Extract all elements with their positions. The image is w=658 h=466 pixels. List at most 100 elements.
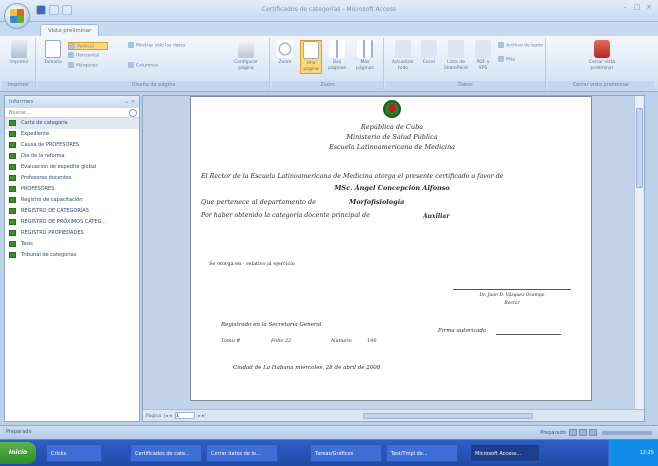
zoom-slider[interactable]: [602, 430, 652, 435]
nav-item[interactable]: REGISTRO PROPIEDADES: [5, 228, 139, 239]
report-icon: [9, 240, 16, 247]
close-preview-button[interactable]: Cerrar vista preliminar: [586, 40, 618, 72]
nav-item[interactable]: Profesores docentes: [5, 173, 139, 184]
report-icon: [9, 196, 16, 203]
view-icon[interactable]: [589, 429, 598, 436]
title-bar: Certificados de categorías - Microsoft A…: [0, 0, 658, 29]
sharepoint-icon: [448, 40, 464, 58]
system-tray: 12:25: [608, 440, 658, 466]
taskbar-item[interactable]: Cricks: [46, 444, 102, 462]
nav-header-buttons[interactable]: ⌄ «: [124, 96, 135, 108]
prev-page-icon[interactable]: ◂: [169, 414, 171, 419]
nav-item[interactable]: Tribunal de categorías: [5, 250, 139, 261]
refresh-all-button[interactable]: Actualizar todo: [390, 40, 416, 72]
nav-item[interactable]: PROFESORES: [5, 184, 139, 195]
first-page-icon[interactable]: |◂: [164, 414, 168, 419]
nav-item[interactable]: REGISTRO DE CATEGORÍAS: [5, 206, 139, 217]
search-icon[interactable]: [129, 109, 137, 117]
department-prefix: Que pertenece al departamento de: [201, 198, 317, 206]
columns-button[interactable]: Columnas: [128, 62, 158, 70]
two-pages-icon: [329, 40, 345, 58]
nav-item[interactable]: Expediente: [5, 129, 139, 140]
taskbar-item-active[interactable]: Microsoft Access...: [470, 444, 540, 462]
view-icon[interactable]: [579, 429, 588, 436]
sharepoint-list-button[interactable]: Lista de SharePoint: [442, 40, 470, 72]
start-button[interactable]: Inicio: [0, 442, 36, 464]
certificate-body: El Rector de la Escuela Latinoamericana …: [201, 173, 504, 180]
report-icon: [9, 163, 16, 170]
taskbar-item[interactable]: Test/Tmpl de...: [386, 444, 458, 462]
maximize-icon[interactable]: □: [632, 3, 642, 12]
size-button[interactable]: Tamaño: [42, 40, 64, 66]
school-line: Escuela Latinoamericana de Medicina: [328, 143, 456, 151]
status-bar: Preparado Preparado: [0, 425, 658, 439]
margins-button[interactable]: Márgenes: [68, 62, 98, 70]
more-pages-icon: [357, 40, 373, 58]
pdf-xps-button[interactable]: PDF o XPS: [472, 40, 494, 72]
text-file-icon: [498, 42, 504, 48]
recipient-name: MSc. Ángel Concepción Alfonso: [334, 184, 450, 192]
last-page-icon[interactable]: ▸|: [202, 414, 206, 419]
clock: 12:25: [639, 450, 654, 456]
nav-item[interactable]: Causa de PROFESORES: [5, 140, 139, 151]
status-text: Preparado: [6, 429, 32, 435]
signature-line: [453, 289, 571, 290]
resolution-line: Se otorga en · relativo al ejercicio: [209, 261, 295, 267]
tab-vista-preliminar[interactable]: Vista preliminar: [40, 24, 100, 36]
nav-search-input[interactable]: Buscar...: [5, 108, 139, 118]
country-line: República de Cuba: [360, 123, 424, 131]
excel-button[interactable]: Excel: [418, 40, 440, 66]
text-file-button[interactable]: Archivo de texto: [498, 42, 543, 50]
view-icon[interactable]: [569, 429, 578, 436]
place-date: Ciudad de La Habana miércoles, 28 de abr…: [233, 365, 381, 371]
two-pages-button[interactable]: Dos páginas: [326, 40, 348, 72]
minimize-icon[interactable]: –: [620, 3, 630, 12]
office-button[interactable]: [4, 3, 30, 29]
numero-value: 190: [367, 338, 377, 344]
close-preview-icon: [594, 40, 610, 58]
report-icon: [9, 251, 16, 258]
columns-icon: [128, 62, 134, 68]
taskbar-item[interactable]: Certificados de cate...: [130, 444, 202, 462]
horizontal-scroll-thumb[interactable]: [363, 413, 533, 419]
ribbon-tab-bar: Vista preliminar: [0, 22, 658, 36]
more-icon: [498, 56, 504, 62]
nav-item[interactable]: Registro de capacitación: [5, 195, 139, 206]
nav-item[interactable]: Carta de categoría: [5, 118, 139, 129]
landscape-button[interactable]: Horizontal: [68, 52, 99, 60]
portrait-icon: [69, 43, 75, 49]
more-export-button[interactable]: Más: [498, 56, 515, 64]
page-size-icon: [45, 40, 61, 58]
nav-item[interactable]: Día de la reforma: [5, 151, 139, 162]
taskbar-item[interactable]: Cerrar datos de le...: [206, 444, 278, 462]
registry-line: Registrado en la Secretaría General: [221, 322, 322, 328]
nav-item[interactable]: Evaluación de expedite global: [5, 162, 139, 173]
data-only-checkbox[interactable]: Mostrar sólo los datos: [128, 42, 185, 50]
magnifier-icon: [277, 40, 293, 58]
nav-item[interactable]: REGISTRO DE PRÓXIMOS CATEG...: [5, 217, 139, 228]
page-navigator: Página: |◂ ◂ 1 ▸ ▸|: [146, 412, 206, 419]
numero-label: Número: [331, 338, 352, 344]
page-setup-button[interactable]: Configurar página: [228, 40, 264, 72]
taskbar-item[interactable]: Tareas/Gráficos: [310, 444, 382, 462]
pdf-icon: [475, 40, 491, 58]
next-page-icon[interactable]: ▸: [198, 414, 200, 419]
certificate-page: República de Cuba Ministerio de Salud Pú…: [190, 96, 592, 401]
page-number-input[interactable]: 1: [174, 412, 195, 419]
excel-icon: [421, 40, 437, 58]
print-preview-area: República de Cuba Ministerio de Salud Pú…: [142, 95, 645, 422]
close-icon[interactable]: ×: [644, 3, 654, 12]
authorized-signature-label: Firma autorizada: [438, 328, 487, 334]
scroll-thumb[interactable]: [636, 108, 643, 188]
tomo-label: Tomo #: [221, 338, 241, 344]
portrait-button[interactable]: Vertical: [68, 42, 108, 50]
vertical-scrollbar[interactable]: [634, 96, 644, 411]
nav-item[interactable]: Tesis: [5, 239, 139, 250]
coat-of-arms-logo: [383, 100, 401, 118]
zoom-button[interactable]: Zoom: [274, 40, 296, 66]
margins-icon: [68, 62, 74, 68]
department-value: Morfofisiología: [349, 198, 405, 206]
one-page-button[interactable]: Una página: [300, 40, 322, 74]
more-pages-button[interactable]: Más páginas: [354, 40, 376, 72]
print-button[interactable]: Imprimir: [8, 40, 30, 66]
